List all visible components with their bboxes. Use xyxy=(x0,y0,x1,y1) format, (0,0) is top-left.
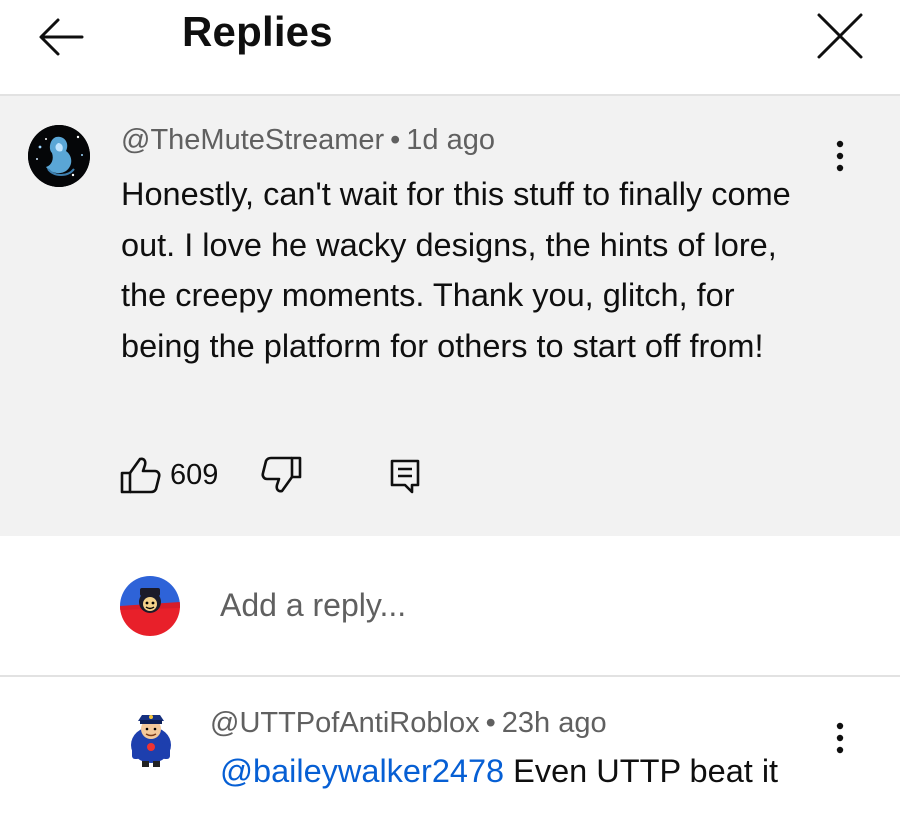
reply-text: @baileywalker2478 Even UTTP beat it xyxy=(220,753,778,790)
reply-menu-button[interactable] xyxy=(826,718,854,758)
more-vert-icon xyxy=(836,140,844,172)
header-bar xyxy=(0,0,900,95)
avatar[interactable] xyxy=(28,125,90,187)
comment-time: 1d ago xyxy=(406,124,495,156)
comment-meta: @TheMuteStreamer • 1d ago xyxy=(121,124,495,157)
like-button[interactable] xyxy=(118,455,162,495)
reply-author[interactable]: @UTTPofAntiRoblox xyxy=(210,707,480,739)
reply-time: 23h ago xyxy=(501,707,607,739)
arrow-left-icon xyxy=(39,18,84,56)
thumbs-up-icon xyxy=(120,457,161,494)
comment-menu-button[interactable] xyxy=(826,136,854,176)
mention-link[interactable]: @baileywalker2478 xyxy=(220,753,504,789)
user-avatar-image xyxy=(120,576,180,636)
meta-separator: • xyxy=(390,124,401,156)
more-vert-icon xyxy=(836,722,844,754)
section-divider xyxy=(0,675,900,677)
page-title: Replies xyxy=(182,8,333,55)
close-icon xyxy=(817,13,863,59)
comment-author[interactable]: @TheMuteStreamer xyxy=(121,124,384,156)
like-count: 609 xyxy=(170,459,219,491)
meta-separator: • xyxy=(485,707,496,739)
back-button[interactable] xyxy=(36,14,86,60)
reply-icon xyxy=(390,459,420,494)
add-reply-input[interactable]: Add a reply... xyxy=(220,587,406,624)
reply-meta: @UTTPofAntiRoblox • 23h ago xyxy=(210,707,607,740)
reply-avatar[interactable] xyxy=(118,705,184,771)
user-avatar[interactable] xyxy=(120,576,180,636)
police-character-avatar xyxy=(131,715,171,767)
dislike-button[interactable] xyxy=(260,455,304,495)
thumbs-down-icon xyxy=(261,456,302,493)
avatar-image xyxy=(28,125,90,187)
reply-body: Even UTTP beat it xyxy=(513,753,779,789)
comment-text: Honestly, can't wait for this stuff to f… xyxy=(121,176,791,364)
close-button[interactable] xyxy=(810,8,870,64)
reply-button[interactable] xyxy=(388,455,422,495)
